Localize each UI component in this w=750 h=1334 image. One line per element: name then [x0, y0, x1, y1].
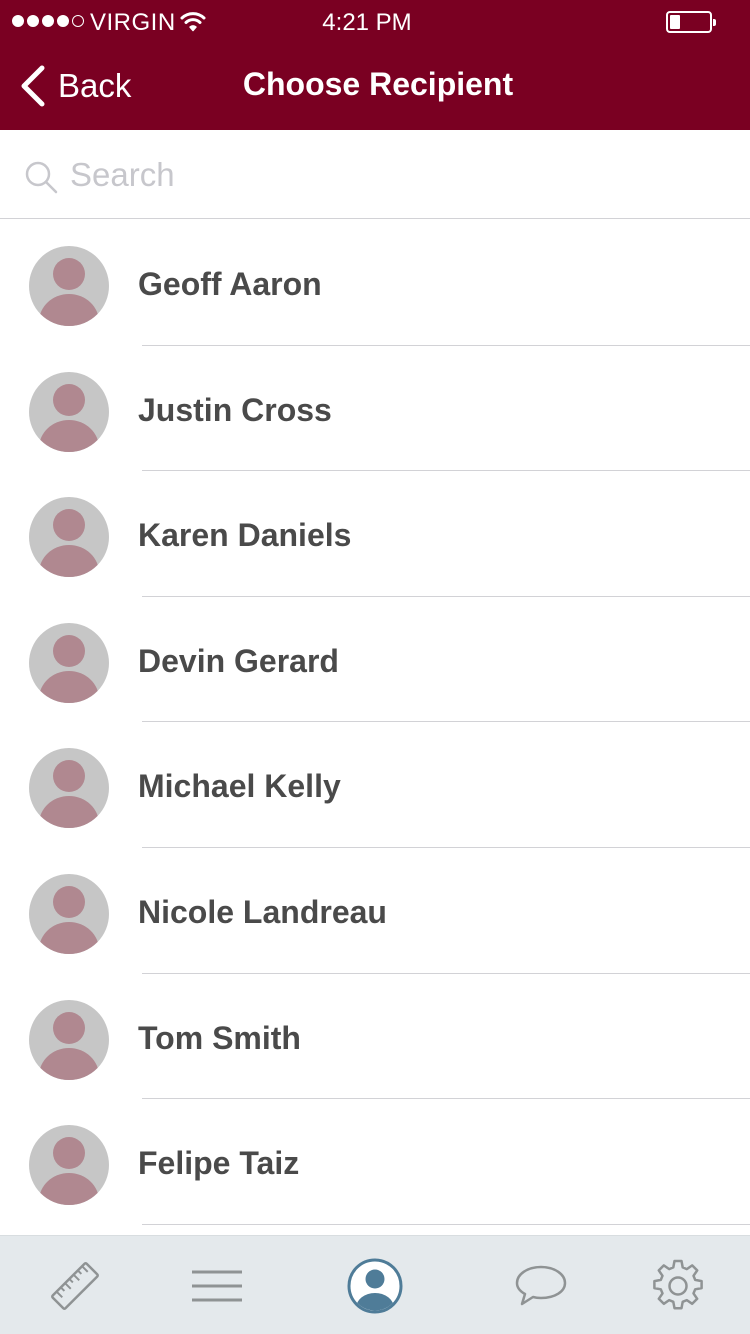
battery-icon — [666, 11, 716, 33]
tab-settings[interactable] — [603, 1236, 750, 1334]
avatar — [29, 999, 109, 1080]
tab-ruler[interactable] — [0, 1236, 150, 1334]
tab-menu[interactable] — [142, 1236, 292, 1334]
avatar-head — [53, 634, 85, 667]
avatar-head — [53, 509, 85, 542]
ruler-icon — [51, 1261, 99, 1310]
list-item[interactable]: Karen Daniels — [0, 471, 750, 597]
status-bar: VIRGIN 4:21 PM — [0, 0, 750, 44]
list-item[interactable]: Tom Smith — [0, 974, 750, 1100]
avatar-body — [39, 921, 99, 954]
list-item[interactable]: Devin Gerard — [0, 597, 750, 723]
status-time: 4:21 PM — [322, 9, 412, 36]
chat-bubble-icon — [515, 1265, 567, 1305]
recipient-list: Geoff Aaron Justin Cross Karen Daniels D… — [0, 220, 750, 1235]
avatar-head — [53, 258, 85, 290]
avatar-body — [39, 670, 99, 703]
avatar-head — [53, 885, 85, 918]
recipient-name: Michael Kelly — [138, 768, 341, 805]
search-bar — [0, 130, 750, 219]
recipient-name: Karen Daniels — [138, 517, 352, 554]
avatar-body — [39, 294, 99, 326]
tab-bar — [0, 1235, 750, 1334]
profile-icon — [347, 1258, 403, 1313]
recipient-name: Felipe Taiz — [138, 1145, 300, 1182]
list-item[interactable]: Felipe Taiz — [0, 1099, 750, 1225]
tab-profile[interactable] — [300, 1236, 450, 1334]
list-item[interactable]: Geoff Aaron — [0, 220, 750, 346]
battery-nub — [713, 19, 716, 26]
avatar — [29, 748, 109, 829]
tab-messages[interactable] — [466, 1236, 616, 1334]
recipient-name: Nicole Landreau — [138, 893, 387, 930]
recipient-name: Justin Cross — [138, 391, 332, 428]
list-item[interactable]: Nicole Landreau — [0, 848, 750, 974]
avatar — [29, 497, 109, 578]
avatar-body — [39, 796, 99, 829]
header-bar: VIRGIN 4:21 PM Back Choose Recipient — [0, 0, 750, 130]
list-item[interactable]: Michael Kelly — [0, 722, 750, 848]
avatar-body — [39, 419, 99, 452]
recipient-name: Tom Smith — [138, 1019, 301, 1056]
avatar — [29, 1125, 109, 1206]
recipient-name: Devin Gerard — [138, 642, 339, 679]
avatar-head — [53, 383, 85, 416]
page-title: Choose Recipient — [242, 66, 514, 102]
avatar-head — [53, 1137, 85, 1170]
avatar — [29, 246, 109, 326]
avatar — [29, 622, 109, 703]
avatar-head — [53, 1011, 85, 1044]
gear-icon — [653, 1259, 703, 1309]
recipient-name: Geoff Aaron — [138, 266, 322, 302]
navigation-bar: Back Choose Recipient — [0, 44, 750, 130]
search-icon — [25, 161, 58, 194]
avatar-head — [53, 760, 85, 793]
avatar-body — [39, 1173, 99, 1206]
battery-level — [670, 15, 680, 29]
menu-icon — [192, 1270, 242, 1301]
avatar — [29, 371, 109, 452]
search-input[interactable] — [70, 148, 730, 202]
list-item[interactable]: Justin Cross — [0, 346, 750, 472]
avatar — [29, 873, 109, 954]
avatar-body — [39, 1047, 99, 1080]
avatar-body — [39, 545, 99, 578]
